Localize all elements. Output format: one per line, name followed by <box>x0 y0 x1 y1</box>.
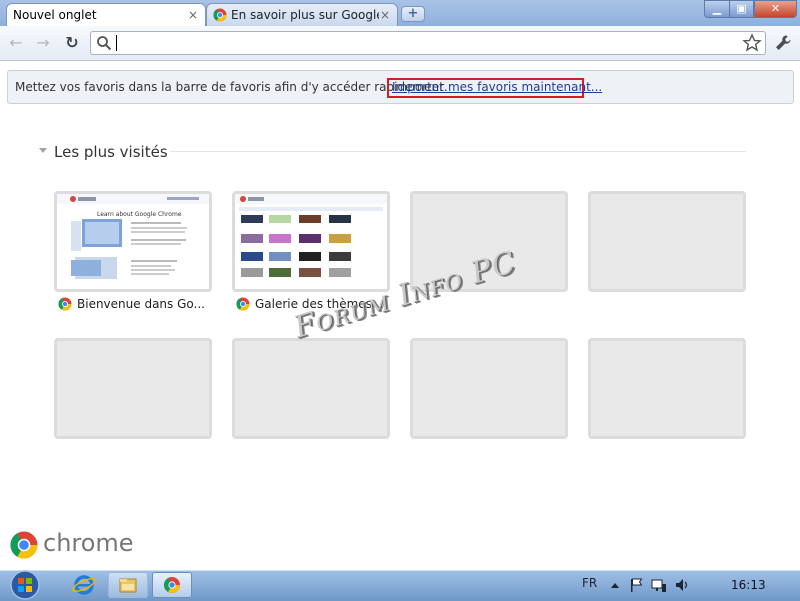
tab-close-icon[interactable]: × <box>187 8 199 22</box>
tab-en-savoir-plus[interactable]: En savoir plus sur Google... × <box>206 3 398 26</box>
maximize-button[interactable]: ▣ <box>729 0 754 18</box>
most-visited-title: Les plus visités <box>54 143 168 161</box>
start-button[interactable] <box>7 570 43 600</box>
show-hidden-icons-icon[interactable] <box>608 575 622 595</box>
bookmark-star-icon[interactable] <box>742 33 762 53</box>
infobar-message: Mettez vos favoris dans la barre de favo… <box>15 80 448 94</box>
reload-button[interactable]: ↻ <box>62 33 82 53</box>
thumbnail-empty <box>232 338 390 439</box>
collapse-triangle-icon[interactable] <box>39 148 47 153</box>
thumbnail-preview: Learn about Google Chrome <box>57 194 209 279</box>
thumbnail-themes-gallery[interactable] <box>232 191 390 292</box>
tab-label: En savoir plus sur Google... <box>231 8 379 22</box>
chrome-wordmark: chrome <box>43 529 134 557</box>
text-caret <box>116 35 117 51</box>
taskbar-chrome-button[interactable] <box>152 572 192 598</box>
omnibox-input[interactable] <box>90 31 766 55</box>
thumbnail-welcome[interactable]: Learn about Google Chrome <box>54 191 212 292</box>
taskbar-explorer-button[interactable] <box>108 572 148 598</box>
thumbnail-empty <box>588 338 746 439</box>
new-tab-button[interactable]: + <box>401 6 425 22</box>
system-tray <box>608 575 690 595</box>
network-icon[interactable] <box>650 575 668 595</box>
folder-icon <box>119 578 137 593</box>
thumbnail-preview <box>235 194 387 277</box>
tab-close-icon[interactable]: × <box>379 8 391 22</box>
forward-button[interactable]: → <box>33 33 53 53</box>
search-icon <box>97 36 112 51</box>
language-indicator[interactable]: FR <box>582 576 597 590</box>
tab-nouvel-onglet[interactable]: Nouvel onglet × <box>6 3 206 26</box>
chrome-favicon-icon <box>213 8 227 22</box>
thumbnail-empty <box>410 338 568 439</box>
back-button[interactable]: ← <box>6 33 26 53</box>
chrome-favicon-icon <box>236 297 250 311</box>
chrome-icon <box>164 577 180 593</box>
volume-icon[interactable] <box>674 575 690 595</box>
thumbnail-label[interactable]: Bienvenue dans Go... <box>77 297 205 311</box>
close-window-button[interactable]: ✕ <box>754 0 797 18</box>
thumbnail-empty <box>588 191 746 292</box>
chrome-logo-icon <box>10 531 38 559</box>
internet-explorer-icon <box>72 575 96 595</box>
preview-heading: Learn about Google Chrome <box>97 211 182 218</box>
taskbar-clock[interactable]: 16:13 <box>731 578 766 592</box>
thumbnail-empty <box>54 338 212 439</box>
chrome-favicon-icon <box>58 297 72 311</box>
wrench-menu-icon[interactable] <box>773 33 793 53</box>
import-bookmarks-link[interactable]: Importer mes favoris maintenant... <box>392 80 602 94</box>
tab-label: Nouvel onglet <box>13 8 97 22</box>
minimize-button[interactable]: ▁ <box>704 0 730 18</box>
action-center-flag-icon[interactable] <box>628 575 644 595</box>
section-divider <box>170 151 746 152</box>
taskbar-ie-button[interactable] <box>64 572 104 598</box>
